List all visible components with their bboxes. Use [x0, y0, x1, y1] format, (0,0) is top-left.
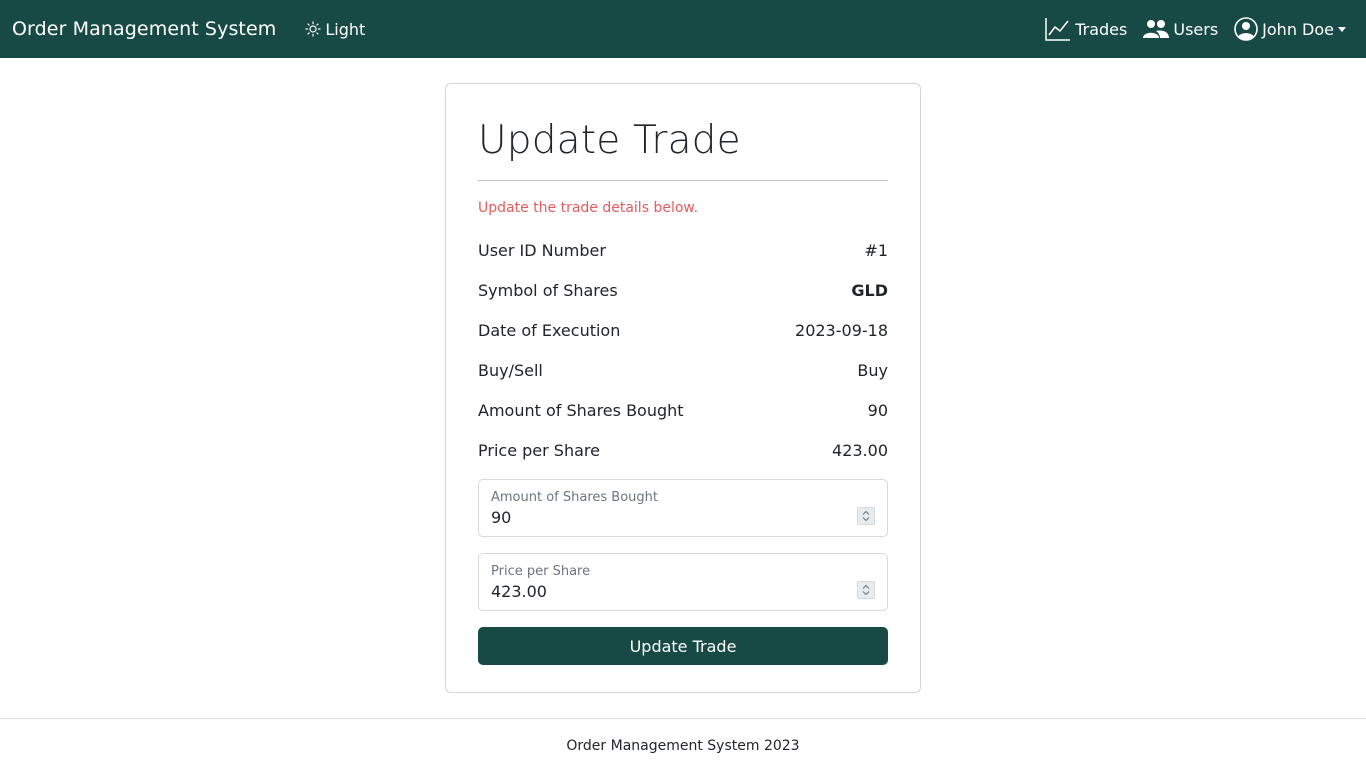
amount-stepper[interactable]	[857, 507, 875, 525]
price-field: Price per Share	[478, 553, 888, 611]
form-subtitle: Update the trade details below.	[478, 200, 699, 216]
detail-row-date: Date of Execution 2023-09-18	[478, 310, 888, 350]
page-title: Update Trade	[478, 118, 741, 163]
detail-label: Price per Share	[478, 440, 600, 460]
detail-row-amount: Amount of Shares Bought 90	[478, 390, 888, 430]
update-trade-button[interactable]: Update Trade	[478, 627, 888, 665]
account-dropdown[interactable]: John Doe	[1234, 17, 1346, 41]
detail-value: Buy	[857, 360, 888, 380]
detail-label: Symbol of Shares	[478, 280, 618, 300]
title-divider	[478, 180, 888, 181]
chevron-down-icon	[1338, 27, 1346, 32]
price-stepper[interactable]	[857, 581, 875, 599]
price-field-label: Price per Share	[491, 564, 591, 579]
nav-links: Trades Users John Doe	[1029, 17, 1354, 41]
amount-field-label: Amount of Shares Bought	[491, 490, 659, 505]
navbar: Order Management System Light Trades Use…	[0, 0, 1366, 58]
theme-toggle-button[interactable]: Light	[305, 20, 365, 39]
line-chart-icon	[1045, 18, 1071, 41]
amount-input[interactable]	[491, 508, 831, 528]
update-trade-card: Update Trade Update the trade details be…	[445, 83, 921, 693]
detail-label: Buy/Sell	[478, 360, 543, 380]
detail-value: #1	[864, 240, 888, 260]
detail-label: Date of Execution	[478, 320, 621, 340]
nav-link-trades-label: Trades	[1075, 19, 1128, 39]
detail-row-symbol: Symbol of Shares GLD	[478, 270, 888, 310]
detail-label: Amount of Shares Bought	[478, 400, 684, 420]
brand-link[interactable]: Order Management System	[12, 18, 276, 40]
amount-field: Amount of Shares Bought	[478, 479, 888, 537]
detail-value: 423.00	[832, 440, 888, 460]
trade-details: User ID Number #1 Symbol of Shares GLD D…	[478, 230, 888, 470]
detail-row-user-id: User ID Number #1	[478, 230, 888, 270]
detail-value: 2023-09-18	[795, 320, 888, 340]
detail-row-side: Buy/Sell Buy	[478, 350, 888, 390]
nav-link-users-label: Users	[1173, 19, 1219, 39]
detail-value: GLD	[851, 280, 888, 300]
price-input[interactable]	[491, 582, 831, 602]
account-name: John Doe	[1262, 19, 1334, 39]
detail-value: 90	[867, 400, 888, 420]
detail-row-price: Price per Share 423.00	[478, 430, 888, 470]
user-circle-icon	[1234, 17, 1258, 41]
stepper-arrows-icon	[862, 510, 870, 522]
nav-link-users[interactable]: Users	[1143, 19, 1218, 39]
nav-link-trades[interactable]: Trades	[1045, 17, 1127, 41]
stepper-arrows-icon	[862, 584, 870, 596]
footer: Order Management System 2023	[0, 718, 1366, 772]
users-icon	[1143, 20, 1170, 38]
sun-icon	[305, 21, 321, 37]
detail-label: User ID Number	[478, 240, 606, 260]
footer-text: Order Management System 2023	[566, 738, 800, 754]
theme-label: Light	[325, 19, 366, 39]
